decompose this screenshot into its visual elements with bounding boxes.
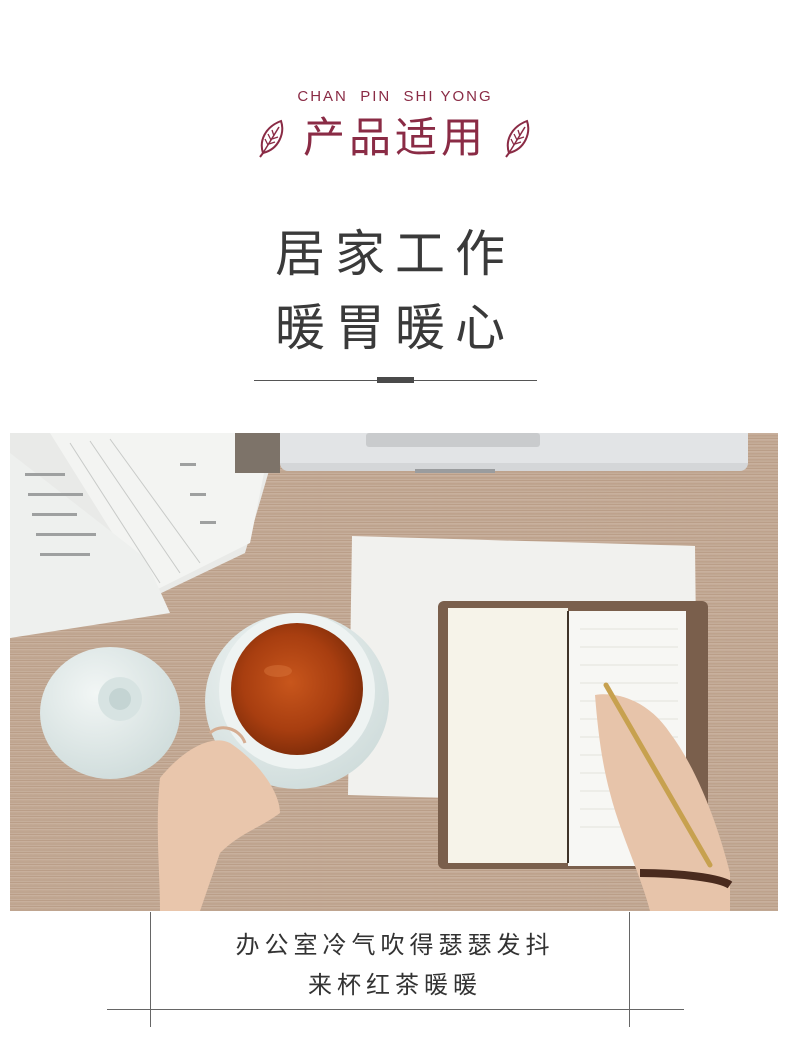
headline-line-2: 暖胃暖心 [275,299,515,357]
leaf-icon [501,117,533,159]
caption-line-1: 办公室冷气吹得瑟瑟发抖 [235,931,555,959]
headline-line-1: 居家工作 [275,225,515,283]
section-title: 产品适用 [302,113,487,162]
caption-frame-bottom [107,1009,684,1010]
leaf-icon [257,117,289,159]
tea-cup-notebook-photo [10,433,778,911]
caption-line-2: 来杯红茶暖暖 [308,971,482,999]
divider-mark [377,377,414,383]
section-title-row: 产品适用 [0,110,790,166]
product-photo [10,433,778,911]
pinyin-subtitle: CHAN PIN SHI YONG [297,88,493,105]
